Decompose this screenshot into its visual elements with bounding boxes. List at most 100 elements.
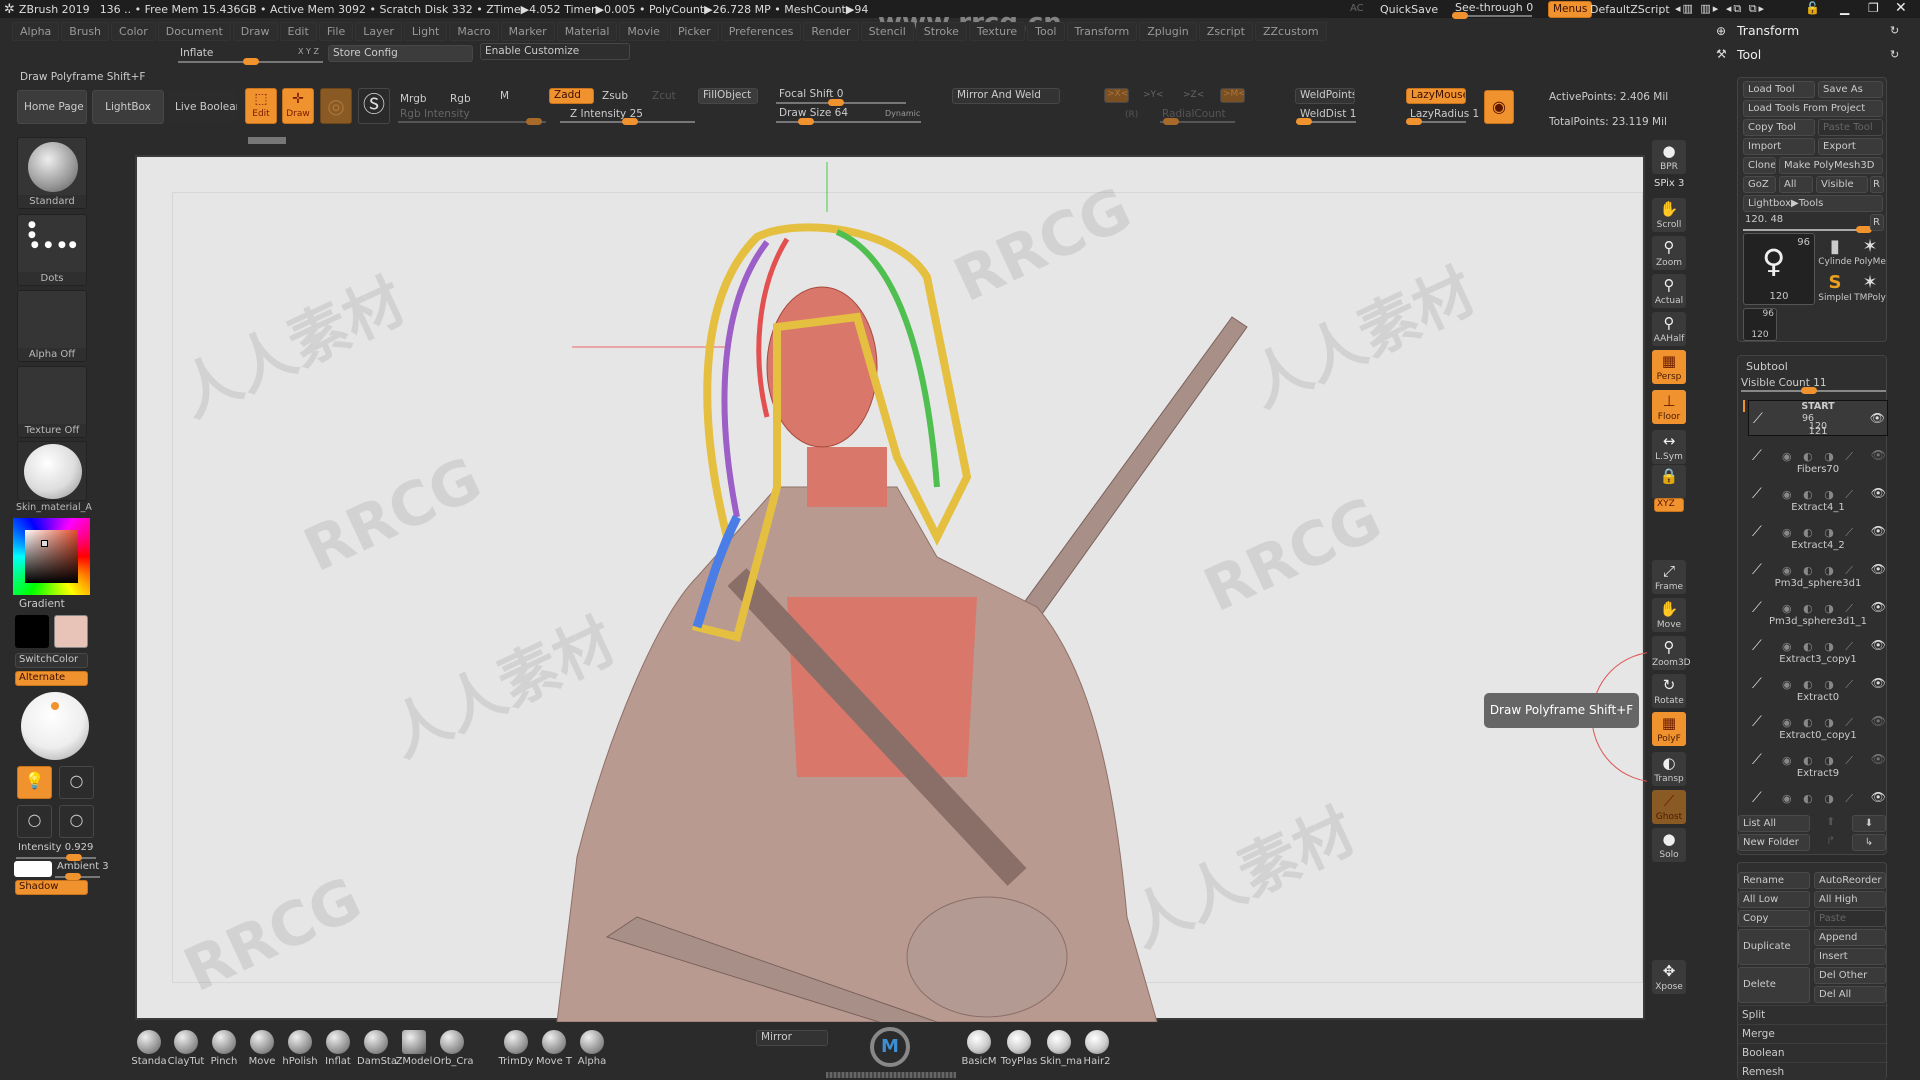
goz-button[interactable]: GoZ (1743, 176, 1776, 193)
lazyradius-knob[interactable] (1406, 118, 1422, 125)
light-1-button[interactable]: 💡 (17, 766, 52, 799)
lightbox-button[interactable]: LightBox (92, 90, 164, 124)
ambient-knob[interactable] (65, 873, 81, 880)
eye-icon[interactable]: 👁 (1871, 676, 1886, 690)
restore-icon[interactable]: ❐ (1868, 1, 1879, 15)
scroll-button[interactable]: ✋ Scroll (1652, 198, 1686, 232)
make-polymesh3d-button[interactable]: Make PolyMesh3D (1779, 157, 1883, 174)
brush-shelf-item[interactable]: Move T (535, 1030, 573, 1067)
eye-icon[interactable]: 👁 (1871, 486, 1886, 500)
subtool-toggle-icons[interactable]: ◉ ◐ ◑ ⟋ (1782, 640, 1857, 654)
menu-stroke[interactable]: Stroke (915, 21, 967, 41)
duplicate-button[interactable]: Duplicate (1738, 929, 1810, 965)
menu-zplugin[interactable]: Zplugin (1139, 21, 1197, 41)
radial-count-slider[interactable] (1160, 118, 1235, 125)
frame-button[interactable]: ⤢ Frame (1652, 560, 1686, 594)
mirror-and-weld-button[interactable]: Mirror And Weld (952, 88, 1060, 104)
sym-y-button[interactable]: >Y< (1143, 90, 1164, 100)
subtool-section-boolean[interactable]: Boolean (1738, 1043, 1888, 1061)
dynamic-draw-button[interactable]: ◉ (1484, 90, 1514, 124)
aahalf-button[interactable]: ⚲ AAHalf (1652, 312, 1686, 346)
small-tool-thumb[interactable]: 96 120 (1743, 308, 1777, 341)
radial-count-knob[interactable] (1163, 118, 1179, 125)
store-config-button[interactable]: Store Config (328, 45, 473, 62)
menu-stencil[interactable]: Stencil (860, 21, 914, 41)
weldpoints-button[interactable]: WeldPoints (1295, 88, 1355, 104)
menu-preferences[interactable]: Preferences (720, 21, 802, 41)
zoom3d-button[interactable]: ⚲ Zoom3D (1652, 636, 1691, 670)
shadow-button[interactable]: Shadow (15, 880, 88, 895)
tray-toggle-icons[interactable]: ◂▥ ▥▸ ◂⧉ ⧉▸ (1675, 2, 1766, 16)
lazyradius-slider[interactable] (1406, 118, 1466, 125)
subtool-scroll-indicator[interactable] (1743, 400, 1745, 412)
draw-size-knob[interactable] (798, 118, 814, 125)
menu-edit[interactable]: Edit (279, 21, 317, 41)
brush-shelf-item[interactable]: Alpha (573, 1030, 611, 1067)
xyz-toggle[interactable]: X Y Z (298, 47, 319, 56)
subtool-toggle-icons[interactable]: ◉ ◐ ◑ ⟋ (1782, 488, 1857, 502)
menu-movie[interactable]: Movie (619, 21, 668, 41)
all-low-button[interactable]: All Low (1738, 891, 1810, 908)
light-2-button[interactable]: ○ (59, 766, 94, 799)
solo-button[interactable]: ● Solo (1652, 828, 1686, 862)
main-color-swatch[interactable] (54, 615, 88, 648)
subtool-section-merge[interactable]: Merge (1738, 1024, 1888, 1042)
append-button[interactable]: Append (1814, 929, 1886, 946)
sym-z-button[interactable]: >Z< (1183, 90, 1204, 100)
zsub-button[interactable]: Zsub (602, 90, 628, 102)
brush-shelf-item[interactable]: Pinch (205, 1030, 243, 1067)
eye-icon[interactable]: 👁 (1871, 752, 1886, 766)
menu-light[interactable]: Light (403, 21, 448, 41)
zoom-button[interactable]: ⚲ Zoom (1652, 236, 1686, 270)
menu-draw[interactable]: Draw (232, 21, 278, 41)
brush-shelf-item[interactable]: ZModel (395, 1030, 433, 1067)
menu-texture[interactable]: Texture (968, 21, 1026, 41)
eye-icon[interactable]: 👁 (1870, 411, 1885, 425)
actual-button[interactable]: ⚲ Actual (1652, 274, 1686, 308)
clone-button[interactable]: Clone (1743, 157, 1776, 174)
live-boolean-button[interactable]: Live Boolean (168, 90, 238, 124)
subtool-toggle-icons[interactable]: ◉ ◐ ◑ ⟋ (1782, 564, 1857, 578)
del-all-button[interactable]: Del All (1814, 986, 1886, 1003)
material-shelf-item[interactable]: BasicM (960, 1030, 998, 1067)
copy-subtool-button[interactable]: Copy (1738, 910, 1810, 927)
dynamic-toggle[interactable]: Dynamic (885, 109, 920, 118)
eye-icon[interactable]: 👁 (1871, 714, 1886, 728)
paste-tool-button[interactable]: Paste Tool (1818, 119, 1883, 136)
focal-shift-knob[interactable] (828, 99, 844, 106)
tool-reset-icon[interactable]: ↻ (1890, 48, 1899, 61)
menu-alpha[interactable]: Alpha (12, 21, 60, 41)
menu-material[interactable]: Material (556, 21, 618, 41)
home-page-button[interactable]: Home Page (17, 90, 87, 124)
light-placement-sphere[interactable] (21, 692, 89, 760)
transform-palette-title[interactable]: Transform (1737, 23, 1799, 38)
goz-visible-button[interactable]: Visible (1816, 176, 1868, 193)
inflate-slider[interactable] (178, 58, 323, 65)
import-button[interactable]: Import (1743, 138, 1815, 155)
transform-reset-icon[interactable]: ↻ (1890, 24, 1899, 37)
draw-button[interactable]: ✛ Draw (282, 88, 314, 124)
tool-palette-title[interactable]: Tool (1737, 47, 1761, 62)
transp-button[interactable]: ◐ Transp (1652, 752, 1686, 786)
welddist-knob[interactable] (1296, 118, 1312, 125)
m-button[interactable]: M (500, 90, 509, 102)
quicksave-button[interactable]: QuickSave (1380, 3, 1438, 16)
move-up-icon[interactable]: ⬆ (1826, 815, 1835, 828)
color-picker-sv[interactable] (25, 530, 78, 583)
folder-up-icon[interactable]: ↱ (1826, 834, 1835, 847)
texture-selector[interactable]: Texture Off (17, 366, 87, 438)
sculpt-viewport[interactable] (137, 157, 1647, 1022)
copy-tool-button[interactable]: Copy Tool (1743, 119, 1815, 136)
floor-button[interactable]: ⊥ Floor (1652, 390, 1686, 424)
subtool-toggle-icons[interactable]: ◉ ◐ ◑ ⟋ (1782, 450, 1857, 464)
polyf-button[interactable]: ▦ PolyF (1652, 712, 1686, 746)
list-all-button[interactable]: List All (1738, 815, 1810, 832)
bpr-button[interactable]: ● BPR (1652, 140, 1686, 174)
color-picker-hue[interactable] (13, 518, 90, 595)
tmpoly-tool-thumb[interactable]: ✶ TMPoly (1852, 272, 1888, 303)
move-button[interactable]: ✋ Move (1652, 598, 1686, 632)
zcut-button[interactable]: Zcut (652, 90, 676, 102)
brush-shelf-item[interactable]: Move (243, 1030, 281, 1067)
simplebrush-tool-thumb[interactable]: S SimpleI (1818, 272, 1852, 303)
z-intensity-knob[interactable] (622, 118, 638, 125)
